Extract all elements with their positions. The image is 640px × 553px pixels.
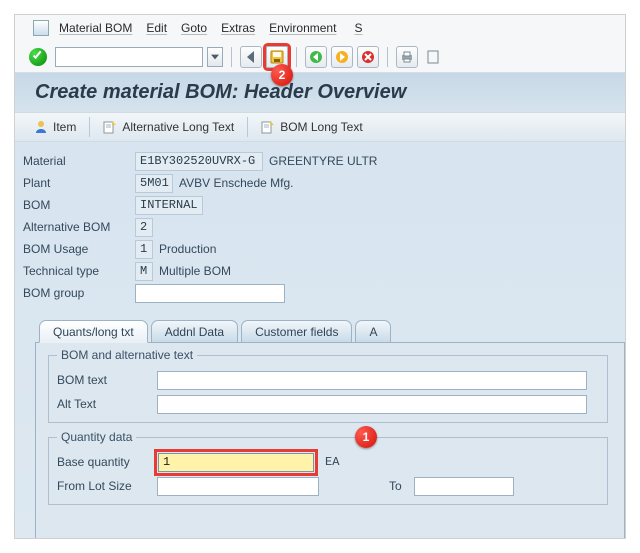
- alt-long-text-button[interactable]: Alternative Long Text: [94, 116, 243, 138]
- altbom-label: Alternative BOM: [23, 220, 135, 234]
- base-qty-label: Base quantity: [57, 455, 157, 469]
- bom-value: INTERNAL: [135, 196, 203, 215]
- base-qty-highlight: [157, 452, 315, 473]
- material-value: E1BY302520UVRX-G: [135, 152, 263, 171]
- group-bom-alt-text: BOM and alternative text BOM text Alt Te…: [48, 355, 608, 423]
- standard-toolbar: 2: [15, 41, 625, 73]
- system-menu-icon[interactable]: [33, 20, 49, 36]
- to-lot-input[interactable]: [414, 477, 514, 496]
- separator: [231, 47, 232, 67]
- bom-text-label: BOM text: [57, 373, 157, 387]
- item-label: Item: [53, 120, 76, 134]
- separator: [247, 117, 248, 137]
- material-label: Material: [23, 154, 135, 168]
- group-legend: Quantity data: [57, 430, 136, 444]
- bomgroup-label: BOM group: [23, 286, 135, 300]
- menu-extras[interactable]: Extras: [221, 21, 255, 35]
- menu-material-bom[interactable]: Material BOM: [59, 21, 132, 35]
- tab-customer-fields[interactable]: Customer fields: [241, 320, 352, 342]
- pencil-paper-icon: [261, 120, 275, 134]
- bom-long-text-label: BOM Long Text: [280, 120, 363, 134]
- separator: [296, 47, 297, 67]
- page-title: Create material BOM: Header Overview: [15, 73, 625, 112]
- menu-overflow[interactable]: S: [354, 21, 362, 35]
- bomgroup-input[interactable]: [135, 284, 285, 303]
- content-area: Create material BOM: Header Overview Ite…: [15, 73, 625, 538]
- to-label: To: [389, 479, 402, 493]
- menu-edit[interactable]: Edit: [146, 21, 167, 35]
- pencil-paper-icon: [103, 120, 117, 134]
- plant-desc: AVBV Enschede Mfg.: [179, 176, 294, 190]
- techtype-label: Technical type: [23, 264, 135, 278]
- command-field[interactable]: [55, 47, 203, 67]
- step-badge-1: 1: [355, 426, 377, 448]
- base-qty-input[interactable]: [158, 453, 314, 472]
- nav-back-button[interactable]: [305, 46, 327, 68]
- cancel-button[interactable]: [357, 46, 379, 68]
- alt-text-input[interactable]: [157, 395, 587, 414]
- material-desc: GREENTYRE ULTR: [269, 154, 377, 168]
- from-lot-label: From Lot Size: [57, 479, 157, 493]
- techtype-value: M: [135, 262, 153, 281]
- tab-quants-long-txt[interactable]: Quants/long txt: [39, 320, 148, 343]
- base-qty-unit: EA: [325, 455, 339, 469]
- tabstrip: Quants/long txt Addnl Data Customer fiel…: [35, 316, 625, 342]
- group-quantity-data: Quantity data 1 Base quantity EA From Lo…: [48, 437, 608, 505]
- usage-desc: Production: [159, 242, 216, 256]
- tab-panel: BOM and alternative text BOM text Alt Te…: [35, 342, 625, 538]
- enter-icon[interactable]: [29, 48, 47, 66]
- usage-label: BOM Usage: [23, 242, 135, 256]
- separator: [387, 47, 388, 67]
- back-button[interactable]: [240, 46, 262, 68]
- separator: [89, 117, 90, 137]
- item-button[interactable]: Item: [25, 116, 85, 138]
- menu-goto[interactable]: Goto: [181, 21, 207, 35]
- toolbar-more-icon[interactable]: [422, 46, 444, 68]
- menu-environment[interactable]: Environment: [269, 21, 336, 35]
- app-toolbar: Item Alternative Long Text BOM Long Text: [15, 112, 625, 142]
- usage-value: 1: [135, 240, 153, 259]
- print-button[interactable]: [396, 46, 418, 68]
- tab-overflow[interactable]: A: [355, 320, 391, 342]
- bom-label: BOM: [23, 198, 135, 212]
- alt-long-text-label: Alternative Long Text: [122, 120, 234, 134]
- sap-window: Material BOM Edit Goto Extras Environmen…: [14, 14, 626, 539]
- exit-button[interactable]: [331, 46, 353, 68]
- altbom-value: 2: [135, 218, 153, 237]
- step-badge-2: 2: [271, 64, 293, 86]
- group-legend: BOM and alternative text: [57, 348, 197, 362]
- menu-bar: Material BOM Edit Goto Extras Environmen…: [15, 15, 625, 41]
- plant-label: Plant: [23, 176, 135, 190]
- bom-text-input[interactable]: [157, 371, 587, 390]
- header-fields: Material E1BY302520UVRX-G GREENTYRE ULTR…: [15, 142, 625, 308]
- alt-text-label: Alt Text: [57, 397, 157, 411]
- command-dropdown[interactable]: [207, 47, 223, 67]
- bom-long-text-button[interactable]: BOM Long Text: [252, 116, 372, 138]
- from-lot-input[interactable]: [157, 477, 319, 496]
- person-icon: [34, 120, 48, 134]
- tab-addnl-data[interactable]: Addnl Data: [151, 320, 238, 342]
- techtype-desc: Multiple BOM: [159, 264, 231, 278]
- plant-value: 5M01: [135, 174, 173, 193]
